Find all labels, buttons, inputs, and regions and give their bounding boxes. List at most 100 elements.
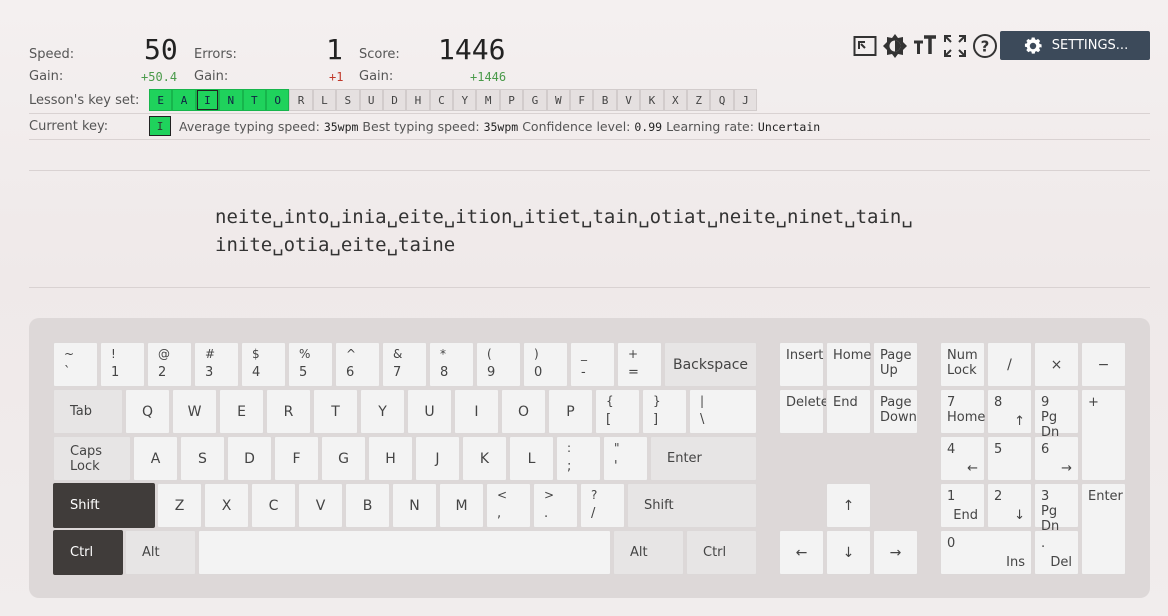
key[interactable]: | \ — [689, 389, 757, 434]
key[interactable]: F — [274, 436, 319, 481]
keyset-key[interactable]: Q — [710, 89, 734, 111]
keyset-key[interactable]: W — [546, 89, 571, 111]
insert-key[interactable]: Insert — [779, 342, 824, 387]
key[interactable]: + = — [617, 342, 662, 387]
numpad-3-key[interactable]: 3 Pg Dn — [1034, 483, 1079, 534]
key[interactable]: I — [454, 389, 499, 434]
key[interactable]: $4 — [241, 342, 286, 387]
keyset-key[interactable]: N — [219, 89, 243, 111]
left-ctrl-key[interactable]: Ctrl — [53, 530, 123, 575]
keyset-key[interactable]: U — [359, 89, 383, 111]
keyset-key[interactable]: F — [570, 89, 594, 111]
keyset-key[interactable]: E — [149, 89, 173, 111]
keyset-key[interactable]: O — [265, 89, 290, 111]
keyset-key[interactable]: A — [172, 89, 196, 111]
key[interactable]: W — [172, 389, 217, 434]
right-ctrl-key[interactable]: Ctrl — [686, 530, 757, 575]
keyset-key[interactable]: T — [242, 89, 266, 111]
arrow-down-key[interactable]: ↓ — [826, 530, 871, 575]
theme-icon[interactable] — [882, 33, 908, 59]
keyset-key[interactable]: B — [593, 89, 617, 111]
key[interactable]: {[ — [595, 389, 640, 434]
arrow-left-key[interactable]: ← — [779, 530, 824, 575]
key[interactable]: " ' — [603, 436, 648, 481]
tab-key[interactable]: Tab — [53, 389, 123, 434]
key[interactable]: ~ ` — [53, 342, 98, 387]
key[interactable]: L — [509, 436, 554, 481]
key[interactable]: ) 0 — [523, 342, 568, 387]
key[interactable]: C — [251, 483, 296, 528]
key[interactable]: D — [227, 436, 272, 481]
key[interactable]: G — [321, 436, 366, 481]
keyset-key[interactable]: Y — [453, 89, 477, 111]
key[interactable]: O — [501, 389, 546, 434]
numpad-minus-key[interactable]: − — [1081, 342, 1126, 387]
numpad-4-key[interactable]: 4 ← — [940, 436, 985, 481]
home-key[interactable]: Home — [826, 342, 871, 387]
key[interactable]: H — [368, 436, 413, 481]
key[interactable]: S — [180, 436, 225, 481]
enter-key[interactable]: Enter — [650, 436, 757, 481]
key[interactable]: <, — [486, 483, 531, 528]
key[interactable]: K — [462, 436, 507, 481]
key[interactable]: * 8 — [429, 342, 474, 387]
key[interactable]: Z — [157, 483, 202, 528]
key[interactable]: Y — [360, 389, 405, 434]
keyset-key[interactable]: P — [499, 89, 524, 111]
key[interactable]: X — [204, 483, 249, 528]
key[interactable]: }] — [642, 389, 687, 434]
keyset-key[interactable]: S — [336, 89, 360, 111]
keyset-key[interactable]: Z — [686, 89, 711, 111]
key[interactable]: _ - — [570, 342, 615, 387]
key[interactable]: U — [407, 389, 452, 434]
key[interactable]: A — [133, 436, 178, 481]
arrow-right-key[interactable]: → — [873, 530, 918, 575]
key[interactable]: #3 — [194, 342, 239, 387]
left-alt-key[interactable]: Alt — [125, 530, 196, 575]
keyset-key[interactable]: R — [289, 89, 313, 111]
keyset-key[interactable]: I — [195, 89, 220, 111]
keyset-key[interactable]: X — [663, 89, 687, 111]
backspace-key[interactable]: Backspace — [664, 342, 757, 387]
numpad-6-key[interactable]: 6 → — [1034, 436, 1079, 481]
numpad-enter-key[interactable]: Enter — [1081, 483, 1126, 575]
numpad-8-key[interactable]: 8 ↑ — [987, 389, 1032, 434]
numpad-0-key[interactable]: 0 Ins — [940, 530, 1032, 575]
numpad-2-key[interactable]: 2 ↓ — [987, 483, 1032, 528]
keyset-key[interactable]: L — [312, 89, 337, 111]
lesson-text[interactable]: neite␣into␣inia␣eite␣ition␣itiet␣tain␣ot… — [215, 203, 913, 259]
key[interactable]: Q — [125, 389, 170, 434]
key[interactable]: R — [266, 389, 311, 434]
key[interactable]: @2 — [147, 342, 192, 387]
numpad-5-key[interactable]: 5 — [987, 436, 1032, 481]
right-alt-key[interactable]: Alt — [613, 530, 684, 575]
key[interactable]: >. — [533, 483, 578, 528]
right-shift-key[interactable]: Shift — [627, 483, 757, 528]
text-size-icon[interactable] — [912, 33, 938, 59]
numpad-7-key[interactable]: 7 Home — [940, 389, 985, 434]
numpad-9-key[interactable]: 9 Pg Dn — [1034, 389, 1079, 440]
arrow-up-key[interactable]: ↑ — [826, 483, 871, 528]
key[interactable]: T — [313, 389, 358, 434]
keyset-key[interactable]: G — [523, 89, 547, 111]
key[interactable]: ? / — [580, 483, 625, 528]
key[interactable]: & 7 — [382, 342, 427, 387]
numpad-plus-key[interactable]: + — [1081, 389, 1126, 481]
delete-key[interactable]: Delete — [779, 389, 829, 434]
keyboard-layout-icon[interactable] — [852, 33, 878, 59]
key[interactable]: E — [219, 389, 264, 434]
key[interactable]: M — [439, 483, 484, 528]
key[interactable]: ! 1 — [100, 342, 145, 387]
key[interactable]: :; — [556, 436, 601, 481]
page-down-key[interactable]: Page Down — [873, 389, 918, 434]
keyset-key[interactable]: C — [429, 89, 454, 111]
key[interactable]: (9 — [476, 342, 521, 387]
keyset-key[interactable]: K — [640, 89, 664, 111]
key[interactable]: N — [392, 483, 437, 528]
numpad-multiply-key[interactable]: × — [1034, 342, 1079, 387]
num-lock-key[interactable]: Num Lock — [940, 342, 985, 387]
keyset-key[interactable]: V — [616, 89, 641, 111]
key[interactable]: V — [298, 483, 343, 528]
keyset-key[interactable]: D — [382, 89, 407, 111]
key[interactable]: P — [548, 389, 593, 434]
